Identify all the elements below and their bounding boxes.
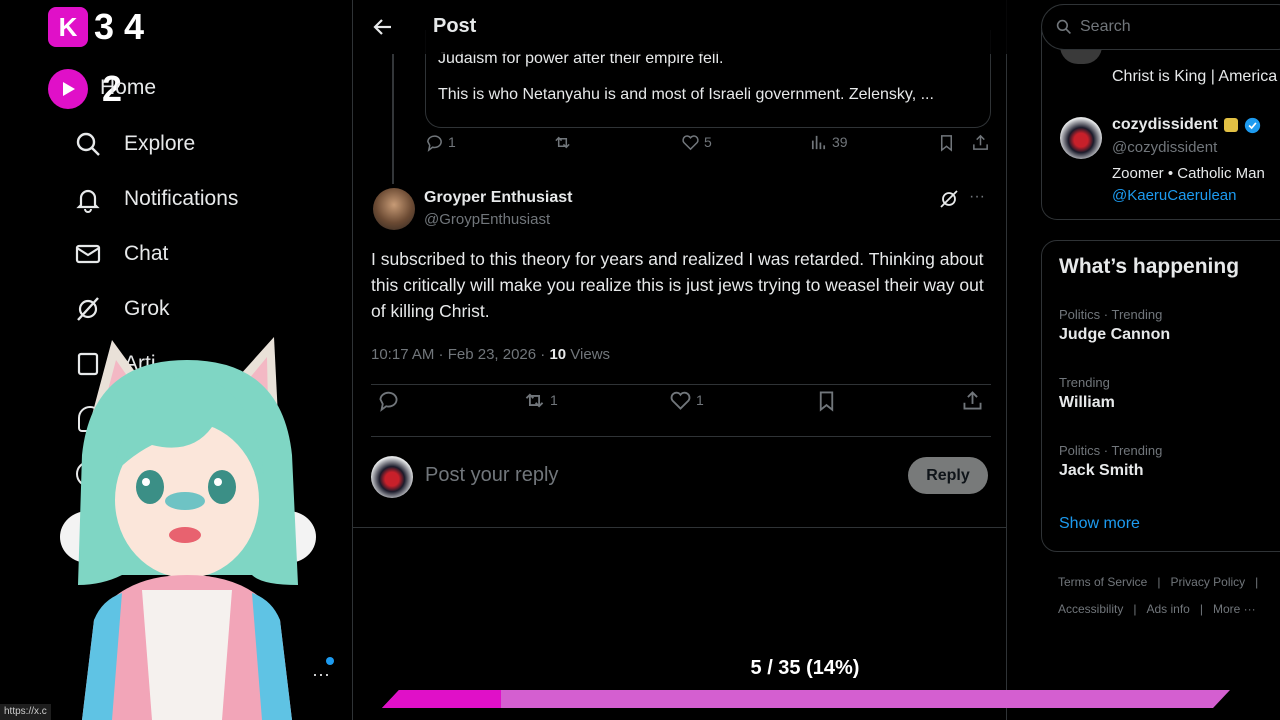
reply-input[interactable]: Post your reply — [425, 464, 558, 487]
parent-like-button[interactable]: 5 — [681, 133, 712, 152]
right-sidebar: Christ is King | America cozydissident @… — [1007, 0, 1280, 720]
post-detail-column: Judaism for power after their empire fel… — [352, 0, 1007, 720]
post-text: I subscribed to this theory for years an… — [371, 249, 984, 321]
post-metadata: 10:17 AM · Feb 23, 2026 · 10 Views — [371, 346, 610, 363]
post-timestamp[interactable]: 10:17 AM · Feb 23, 2026 · — [371, 346, 549, 363]
more-options-icon[interactable]: ··· — [969, 188, 985, 206]
user-bio-mention-link[interactable]: @KaeruCaerulean — [1112, 187, 1236, 204]
affiliate-badge-icon — [1223, 118, 1238, 132]
more-footer-link[interactable]: More ··· — [1213, 602, 1256, 616]
who-to-follow-card: Christ is King | America cozydissident @… — [1041, 30, 1280, 220]
trend-item[interactable]: Politics · Trending Jack Smith — [1059, 443, 1162, 480]
nav-chat-label: Chat — [124, 242, 169, 265]
heart-icon — [670, 391, 691, 410]
quoted-text-line2: This is who Netanyahu is and most of Isr… — [438, 86, 934, 103]
parent-repost-button[interactable] — [553, 133, 572, 152]
whats-happening-card: What’s happening Politics · Trending Jud… — [1041, 240, 1280, 552]
like-button[interactable]: 1 — [669, 389, 704, 412]
author-display-name[interactable]: Groyper Enthusiast — [424, 189, 572, 207]
privacy-link[interactable]: Privacy Policy — [1170, 575, 1245, 589]
user-bio: Zoomer • Catholic Man — [1112, 165, 1265, 182]
footer-links-row1: Terms of Service | Privacy Policy | — [1058, 575, 1259, 589]
overlay-counter-top: K 3 4 — [48, 6, 144, 48]
reply-submit-button[interactable]: Reply — [908, 457, 988, 494]
user-handle: @cozydissident — [1112, 139, 1218, 156]
status-bar-url: https://x.c — [0, 704, 51, 720]
vtuber-avatar-illustration — [60, 337, 316, 720]
user-display-name: cozydissident — [1112, 116, 1218, 133]
page-title: Post — [433, 15, 477, 37]
search-input[interactable]: Search — [1041, 4, 1280, 50]
repost-icon — [555, 136, 570, 148]
grok-explain-icon[interactable] — [939, 189, 959, 209]
trend-item[interactable]: Politics · Trending Judge Cannon — [1059, 307, 1170, 344]
trend-item[interactable]: Trending William — [1059, 375, 1115, 412]
share-icon — [963, 390, 982, 409]
bell-icon — [76, 189, 100, 213]
post-views-label: Views — [566, 346, 611, 363]
heart-icon — [682, 134, 699, 150]
nav-home-label: Home — [100, 76, 157, 99]
post-views-count: 10 — [549, 346, 567, 363]
user-name-row[interactable]: cozydissident — [1112, 116, 1261, 134]
whats-happening-title: What’s happening — [1059, 255, 1240, 278]
play-icon — [63, 82, 75, 96]
terms-link[interactable]: Terms of Service — [1058, 575, 1147, 589]
notification-dot — [326, 657, 334, 665]
bookmark-icon — [819, 391, 834, 412]
overlay-k-badge: K — [48, 7, 88, 47]
parent-views-button[interactable]: 39 — [809, 133, 848, 152]
parent-share-button[interactable] — [971, 133, 990, 152]
share-button[interactable] — [961, 389, 984, 412]
nav-notifications-label: Notifications — [124, 187, 239, 210]
overlay-play-badge — [48, 69, 88, 109]
current-user-avatar — [371, 456, 413, 498]
back-arrow-icon[interactable] — [373, 17, 393, 37]
share-icon — [973, 134, 988, 150]
divider — [371, 384, 991, 385]
parent-bookmark-button[interactable] — [937, 133, 956, 152]
search-icon — [1056, 19, 1071, 34]
reply-icon — [427, 134, 442, 152]
verified-badge-icon — [1244, 117, 1260, 133]
progress-bar — [382, 690, 1230, 708]
footer-links-row2: Accessibility | Ads info | More ··· — [1058, 602, 1256, 616]
accessibility-link[interactable]: Accessibility — [1058, 602, 1123, 616]
bookmark-button[interactable] — [815, 389, 838, 412]
bookmark-icon — [940, 134, 953, 152]
progress-label: 5 / 35 (14%) — [750, 657, 860, 679]
progress-bar-fill — [382, 690, 501, 708]
divider — [353, 527, 1007, 528]
left-sidebar: K 3 4 2 Home Explore Notifications Chat … — [0, 0, 352, 720]
search-icon — [76, 132, 100, 156]
post-header: Post — [353, 0, 1007, 54]
repost-icon — [525, 392, 544, 408]
divider — [371, 436, 991, 437]
user-avatar[interactable] — [1060, 117, 1102, 159]
nav-explore-label: Explore — [124, 132, 196, 155]
show-more-link[interactable]: Show more — [1059, 515, 1140, 533]
grok-icon — [77, 297, 99, 321]
envelope-icon — [75, 244, 101, 264]
ads-info-link[interactable]: Ads info — [1146, 602, 1189, 616]
repost-button[interactable]: 1 — [523, 389, 558, 412]
previous-user-bio: Christ is King | America — [1112, 68, 1278, 85]
author-handle[interactable]: @GroypEnthusiast — [424, 211, 550, 228]
nav-item-chat[interactable]: Chat — [74, 240, 168, 268]
nav-item-home[interactable]: Home — [100, 76, 156, 100]
nav-item-explore[interactable]: Explore — [74, 130, 195, 158]
nav-item-grok[interactable]: Grok — [74, 295, 170, 323]
nav-item-notifications[interactable]: Notifications — [74, 185, 238, 213]
thread-connector-line — [392, 54, 394, 184]
reply-icon — [379, 391, 398, 412]
nav-grok-label: Grok — [124, 297, 170, 320]
parent-reply-button[interactable]: 1 — [425, 133, 456, 152]
reply-button[interactable] — [377, 389, 400, 412]
search-placeholder: Search — [1080, 18, 1131, 35]
author-avatar[interactable] — [373, 188, 415, 230]
analytics-icon — [811, 135, 826, 149]
